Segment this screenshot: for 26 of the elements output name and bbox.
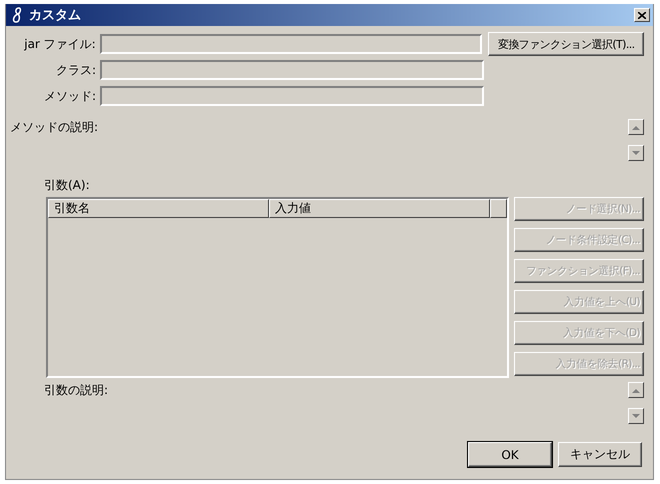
select-function-button[interactable]: 変換ファンクション選択(T)... xyxy=(488,32,644,56)
input-field[interactable] xyxy=(100,34,482,54)
down-arrow-icon xyxy=(632,150,640,156)
scroll-up-button[interactable] xyxy=(628,119,644,135)
column-header xyxy=(490,199,507,218)
input-field[interactable] xyxy=(100,60,484,80)
down-arrow-icon xyxy=(632,414,640,418)
field-label: jar ファイル: xyxy=(23,36,97,52)
close-button[interactable] xyxy=(634,8,650,22)
up-arrow-icon xyxy=(632,388,640,392)
dialog-button[interactable]: キャンセル xyxy=(558,442,642,467)
scroll-down-button[interactable] xyxy=(628,145,644,161)
column-header[interactable]: 引数名 xyxy=(48,199,269,218)
up-arrow-icon xyxy=(632,124,640,130)
close-icon xyxy=(638,12,646,18)
field-label: クラス: xyxy=(54,62,97,78)
window-title: カスタム xyxy=(29,7,82,24)
field-label: メソッド: xyxy=(42,88,97,104)
arguments-label: 引数(A): xyxy=(44,177,91,194)
description-label: 引数の説明: xyxy=(44,382,108,399)
input-field[interactable] xyxy=(100,86,484,106)
dialog-button[interactable]: OK xyxy=(468,442,552,467)
scroll-up-button[interactable] xyxy=(628,382,644,398)
scroll-down-button[interactable] xyxy=(628,408,644,424)
column-header[interactable]: 入力値 xyxy=(269,199,490,218)
description-label: メソッドの説明: xyxy=(10,119,98,136)
